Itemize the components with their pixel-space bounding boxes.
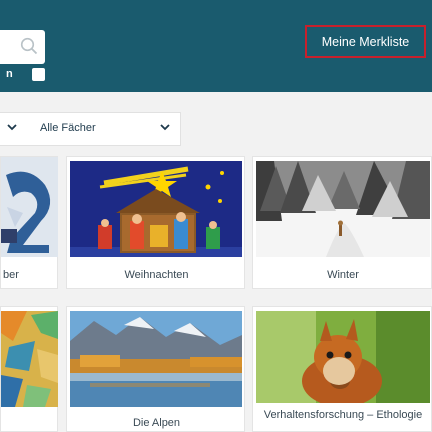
card-image [70, 311, 242, 407]
card-label: Die Alpen [132, 417, 181, 429]
chevron-down-icon[interactable] [159, 121, 171, 133]
card-image [70, 161, 242, 257]
card-image [256, 161, 430, 257]
card-label: Weihnachten [124, 269, 189, 281]
topic-card-weihnachten[interactable]: Weihnachten [66, 156, 245, 289]
checkbox-label: n [6, 68, 13, 80]
search-box[interactable] [0, 30, 45, 64]
card-image [1, 311, 58, 407]
card-image [1, 157, 58, 257]
topic-card-verhaltensforschung[interactable]: Verhaltensforschung – Ethologie [252, 306, 432, 432]
winter-forest-illustration [256, 161, 430, 257]
topic-card-winter[interactable]: Winter [252, 156, 432, 289]
card-label: Verhaltensforschung – Ethologie [263, 409, 423, 421]
alpine-lake-illustration [70, 311, 242, 407]
topic-card-partial[interactable]: ber [0, 156, 58, 289]
faecher-dropdown[interactable]: Alle Fächer [40, 122, 96, 134]
card-illustration [1, 311, 58, 407]
card-label: ber [3, 269, 19, 281]
card-illustration [1, 157, 58, 257]
search-icon[interactable] [20, 37, 38, 55]
topic-card-partial[interactable] [0, 306, 58, 432]
topic-card-die-alpen[interactable]: Die Alpen [66, 306, 245, 432]
card-image [256, 311, 430, 403]
card-label: Winter [327, 269, 359, 281]
merkliste-button[interactable]: Meine Merkliste [305, 25, 426, 58]
chevron-down-icon[interactable] [6, 121, 18, 133]
christmas-nativity-illustration [70, 161, 242, 257]
merkliste-label: Meine Merkliste [321, 34, 410, 49]
filter-checkbox[interactable] [32, 68, 45, 81]
squirrel-illustration [256, 311, 430, 403]
